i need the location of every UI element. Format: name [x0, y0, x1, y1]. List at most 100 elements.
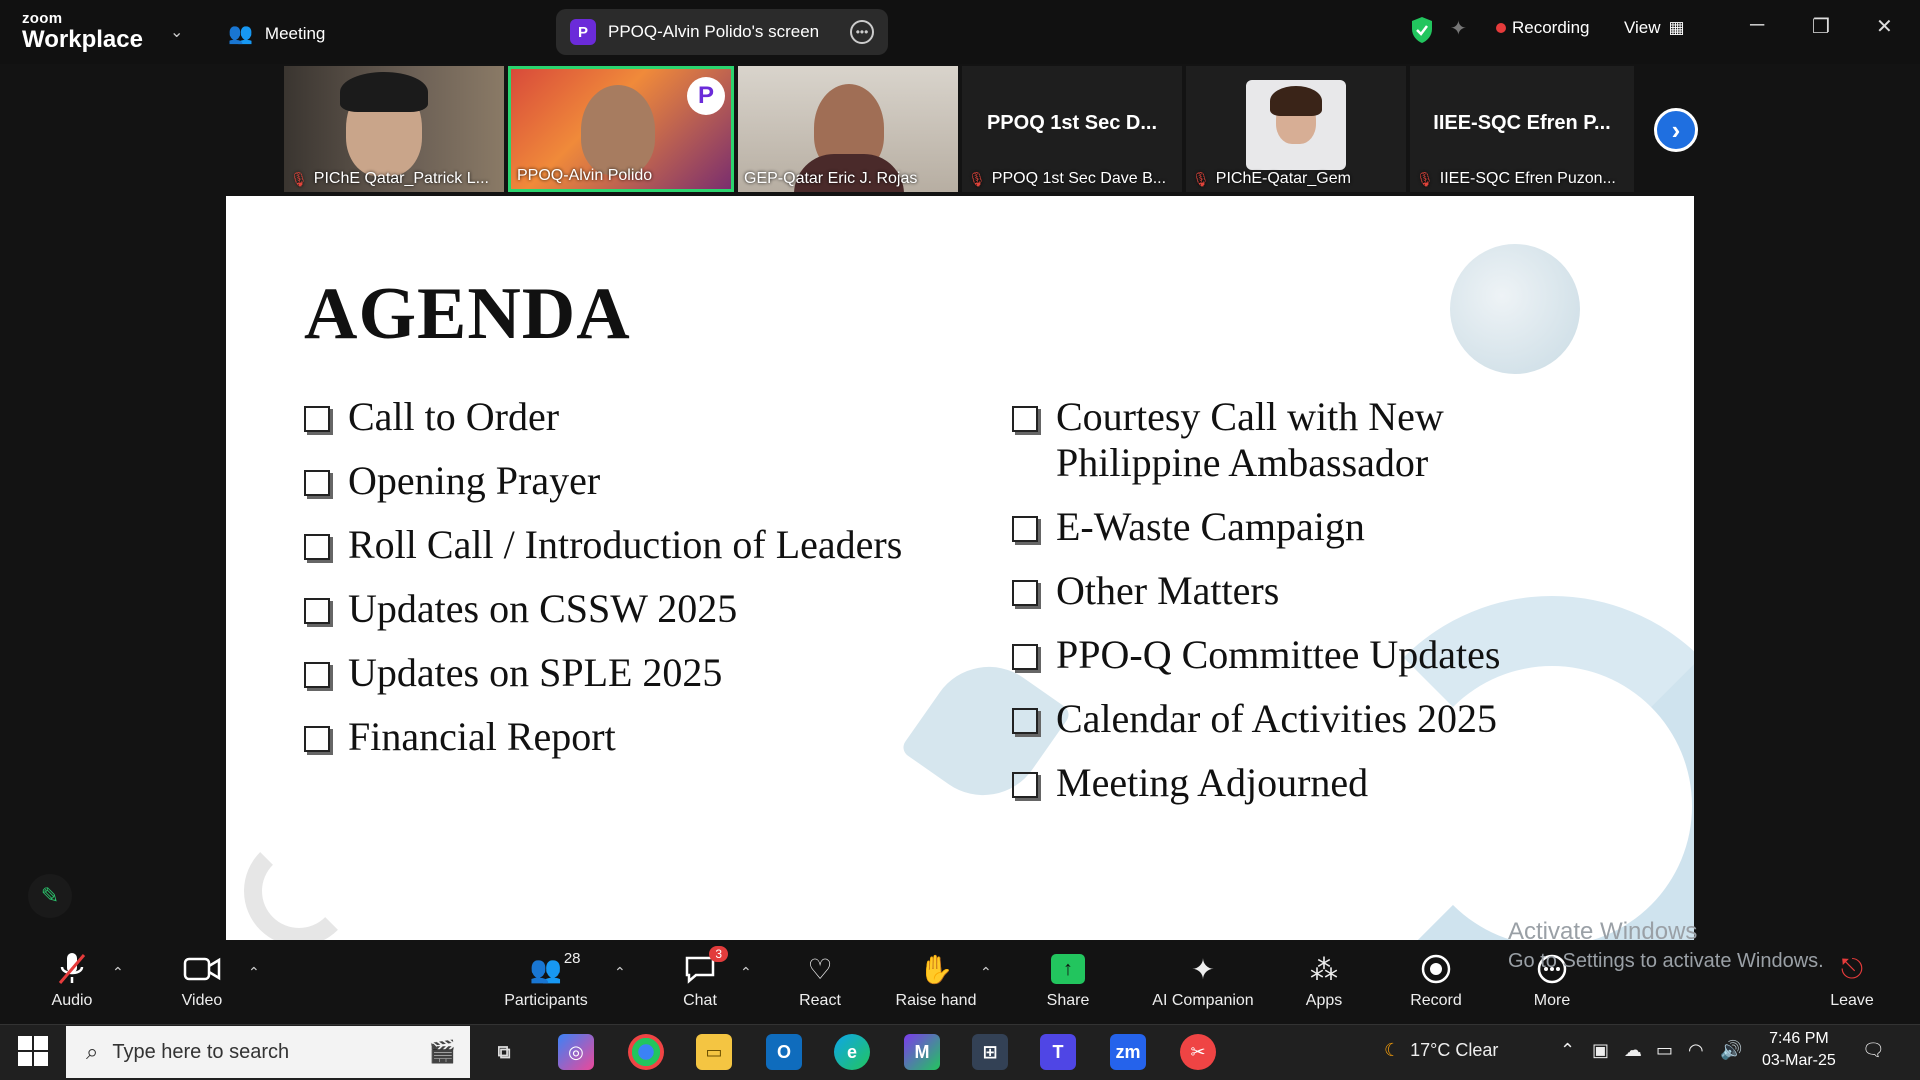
chat-button[interactable]: 3 Chat — [652, 946, 748, 1010]
checkbox-icon — [304, 470, 330, 496]
copilot-icon[interactable]: ◎ — [558, 1034, 594, 1070]
checkbox-icon — [1012, 644, 1038, 670]
security-shield-icon[interactable] — [1410, 16, 1434, 49]
recording-indicator[interactable]: Recording — [1496, 18, 1590, 38]
muted-mic-icon — [57, 950, 87, 988]
participant-tile[interactable]: IIEE-SQC Efren P... 🎙 IIEE-SQC Efren Puzo… — [1410, 66, 1634, 192]
grid-view-icon: ▦ — [1668, 18, 1685, 37]
notifications-icon[interactable]: 🗨 — [1862, 1040, 1885, 1061]
share-button[interactable]: ↑ Share — [1020, 950, 1116, 1010]
meeting-menu[interactable]: 👥 Meeting — [228, 21, 325, 46]
edge-icon[interactable]: e — [834, 1034, 870, 1070]
share-label: Share — [1046, 992, 1090, 1009]
taskbar-search-box[interactable]: ⌕ Type here to search 🎬 — [66, 1026, 470, 1078]
weather-text: 17°C Clear — [1410, 1040, 1499, 1060]
chat-bubble-icon: 3 — [684, 946, 728, 988]
react-button[interactable]: ♡ React — [772, 950, 868, 1010]
teams-icon[interactable]: T — [1040, 1034, 1076, 1070]
recording-label: Recording — [1512, 18, 1590, 37]
checkbox-icon — [1012, 708, 1038, 734]
volume-icon[interactable]: 🔊 — [1720, 1040, 1742, 1061]
checkbox-icon — [304, 406, 330, 432]
participant-initial-label: PPOQ 1st Sec D... — [986, 112, 1158, 134]
activate-windows-watermark: Activate Windows — [1508, 918, 1698, 945]
agenda-item: Meeting Adjourned — [1012, 760, 1612, 806]
muted-mic-icon: 🎙 — [968, 170, 986, 187]
video-button[interactable]: Video — [154, 950, 250, 1010]
recording-dot-icon — [1496, 23, 1506, 33]
checkbox-icon — [1012, 772, 1038, 798]
task-view-icon[interactable]: ⧉ — [486, 1034, 522, 1070]
participant-initial-label: IIEE-SQC Efren P... — [1433, 112, 1611, 134]
checkbox-icon — [304, 662, 330, 688]
apps-icon: ⁂ — [1310, 953, 1338, 985]
participant-name: GEP-Qatar Eric J. Rojas — [744, 170, 918, 187]
slide-title: AGENDA — [304, 273, 631, 355]
clock-date: 03-Mar-25 — [1762, 1052, 1836, 1069]
participants-button[interactable]: 👥 28 Participants — [498, 950, 594, 1010]
share-pill-label: PPOQ-Alvin Polido's screen — [608, 22, 820, 41]
apps-button[interactable]: ⁂ Apps — [1276, 950, 1372, 1010]
participants-label: Participants — [504, 992, 588, 1009]
search-icon: ⌕ — [86, 1039, 99, 1064]
zoom-taskbar-icon[interactable]: zm — [1110, 1034, 1146, 1070]
chevron-down-icon[interactable]: ⌄ — [170, 22, 183, 42]
participant-tile[interactable]: 🎙 PIChE Qatar_Patrick L... — [284, 66, 504, 192]
ppoq-logo-icon: P — [570, 19, 596, 45]
m365-icon[interactable]: M — [904, 1034, 940, 1070]
raise-hand-options-caret-icon[interactable]: ⌃ — [980, 964, 992, 981]
apps-label: Apps — [1305, 992, 1343, 1009]
screen-share-pill[interactable]: P PPOQ-Alvin Polido's screen ••• — [556, 9, 888, 55]
close-icon[interactable]: ✕ — [1876, 14, 1893, 39]
shared-slide: AGENDA Call to Order Opening Prayer Roll… — [226, 196, 1694, 940]
tray-meet-icon[interactable]: ▣ — [1592, 1040, 1609, 1061]
participant-name: PPOQ 1st Sec Dave B... — [991, 170, 1167, 187]
leave-label: Leave — [1830, 992, 1874, 1009]
ai-companion-button[interactable]: ✦ AI Companion — [1130, 950, 1276, 1010]
store-icon[interactable]: ⊞ — [972, 1034, 1008, 1070]
chrome-icon[interactable] — [628, 1034, 664, 1070]
chat-options-caret-icon[interactable]: ⌃ — [740, 964, 752, 981]
taskbar-clock[interactable]: 7:46 PM 03-Mar-25 — [1762, 1028, 1836, 1072]
onedrive-icon[interactable]: ☁ — [1624, 1040, 1642, 1061]
checkbox-icon — [1012, 580, 1038, 606]
snipping-tool-icon[interactable]: ✂ — [1180, 1034, 1216, 1070]
restore-icon[interactable]: ❐ — [1812, 14, 1830, 39]
weather-widget[interactable]: ☾ 17°C Clear — [1384, 1040, 1498, 1061]
next-page-button[interactable]: › — [1654, 108, 1698, 152]
sparkle-icon[interactable]: ✦ — [1450, 16, 1467, 41]
record-label: Record — [1410, 992, 1462, 1009]
record-button[interactable]: Record — [1388, 950, 1484, 1010]
ppoq-logo-icon: P — [687, 77, 725, 115]
agenda-left-list: Call to Order Opening Prayer Roll Call /… — [304, 394, 904, 760]
file-explorer-icon[interactable]: ▭ — [696, 1034, 732, 1070]
agenda-item: Financial Report — [304, 714, 904, 760]
checkbox-icon — [304, 726, 330, 752]
battery-icon[interactable]: ▭ — [1656, 1040, 1673, 1061]
raise-hand-button[interactable]: ✋ Raise hand — [888, 950, 984, 1010]
tray-expand-icon[interactable]: ⌃ — [1560, 1040, 1575, 1061]
more-options-icon[interactable]: ••• — [850, 20, 874, 44]
workplace-logo-text: Workplace — [22, 26, 143, 53]
muted-mic-icon: 🎙 — [290, 170, 308, 187]
raise-hand-label: Raise hand — [895, 992, 977, 1009]
agenda-item: Updates on CSSW 2025 — [304, 586, 904, 632]
audio-button[interactable]: Audio — [24, 950, 120, 1010]
minimize-icon[interactable]: ─ — [1750, 14, 1764, 37]
wifi-icon[interactable]: ◠ — [1688, 1040, 1704, 1061]
annotate-pencil-button[interactable]: ✎ — [28, 874, 72, 918]
participant-tile-active[interactable]: P PPOQ-Alvin Polido — [508, 66, 734, 192]
participant-tile[interactable]: PPOQ 1st Sec D... 🎙 PPOQ 1st Sec Dave B..… — [962, 66, 1182, 192]
participant-tile[interactable]: 🎙 PIChE-Qatar_Gem — [1186, 66, 1406, 192]
participant-tile[interactable]: GEP-Qatar Eric J. Rojas — [738, 66, 958, 192]
audio-options-caret-icon[interactable]: ⌃ — [112, 964, 124, 981]
activate-windows-hint: Go to Settings to activate Windows. — [1508, 950, 1824, 972]
weather-moon-icon: ☾ — [1384, 1040, 1401, 1060]
view-button[interactable]: View ▦ — [1624, 18, 1685, 38]
windows-start-icon[interactable] — [18, 1036, 48, 1066]
more-label: More — [1533, 992, 1571, 1009]
participants-options-caret-icon[interactable]: ⌃ — [614, 964, 626, 981]
checkbox-icon — [304, 598, 330, 624]
video-options-caret-icon[interactable]: ⌃ — [248, 964, 260, 981]
outlook-icon[interactable]: O — [766, 1034, 802, 1070]
